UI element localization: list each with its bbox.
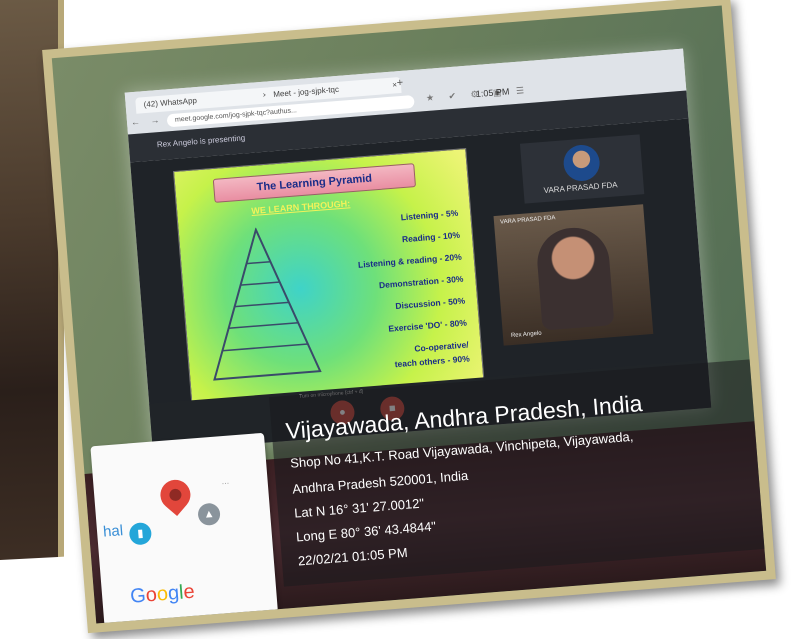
tab-label: (42) WhatsApp bbox=[143, 95, 198, 110]
geotag-info-panel: Vijayawada, Andhra Pradesh, India Shop N… bbox=[269, 358, 767, 587]
pyramid-label: Demonstration - 30% bbox=[378, 273, 464, 291]
pyramid-label: teach others - 90% bbox=[394, 353, 471, 370]
participant-label: Rex Angelo bbox=[510, 330, 542, 340]
participant-video bbox=[534, 225, 615, 331]
pyramid-label: Exercise 'DO' - 80% bbox=[387, 317, 468, 334]
pyramid-label: Listening & reading - 20% bbox=[357, 251, 463, 270]
google-logo: Google bbox=[129, 580, 196, 608]
pyramid-label: Reading - 10% bbox=[401, 229, 461, 245]
presenting-label: Rex Angelo is presenting bbox=[156, 133, 246, 150]
new-tab-button[interactable]: + bbox=[396, 77, 403, 89]
participant-tile[interactable]: VARA PRASAD FDA bbox=[519, 134, 645, 204]
map-pin-icon bbox=[154, 473, 197, 517]
slide-subtitle: WE LEARN THROUGH: bbox=[251, 198, 351, 217]
pyramid-graphic bbox=[213, 226, 322, 381]
more-icon: ... bbox=[221, 475, 230, 487]
cinema-icon: ▮ bbox=[128, 521, 153, 546]
longitude: Long E 80° 36' 43.4844" bbox=[295, 518, 437, 545]
tab-label: Meet - jog-sjpk-tqc bbox=[272, 84, 340, 99]
pyramid-label: Co-operative/ bbox=[413, 339, 469, 354]
participant-name: VARA PRASAD FDA bbox=[499, 215, 556, 226]
pyramid-label: Listening - 5% bbox=[400, 207, 459, 223]
address-line: Andhra Pradesh 520001, India bbox=[291, 467, 469, 497]
latitude: Lat N 16° 31' 27.0012" bbox=[293, 495, 425, 521]
map-label: hal bbox=[102, 522, 124, 541]
map-thumbnail: hal ... ▮ ▲ Google bbox=[90, 432, 278, 624]
school-icon: ▲ bbox=[197, 502, 221, 527]
presentation-slide: The Learning Pyramid WE LEARN THROUGH: L… bbox=[173, 148, 485, 403]
pyramid-label: Discussion - 50% bbox=[394, 295, 466, 312]
timestamp: 22/02/21 01:05 PM bbox=[297, 544, 409, 569]
participant-name: VARA PRASAD FDA bbox=[543, 180, 618, 196]
classroom-photo: (42) WhatsApp × Meet - jog-sjpk-tqc × + … bbox=[51, 5, 767, 624]
avatar bbox=[562, 143, 602, 183]
photo-frame: (42) WhatsApp × Meet - jog-sjpk-tqc × + … bbox=[42, 0, 776, 634]
slide-title: The Learning Pyramid bbox=[212, 163, 417, 203]
participant-video-tile[interactable]: VARA PRASAD FDA Rex Angelo bbox=[493, 204, 654, 346]
